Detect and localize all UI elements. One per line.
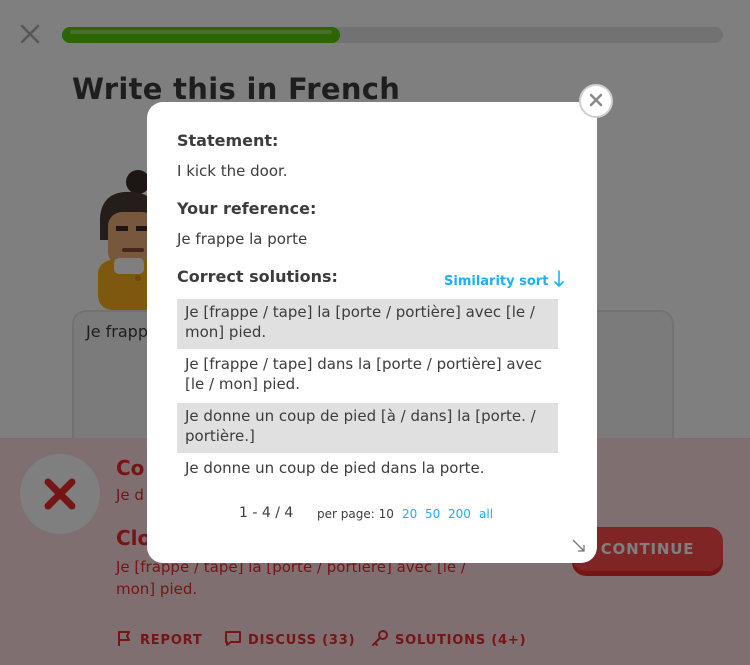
close-icon [589, 92, 603, 111]
per-page-50-link[interactable]: 50 [425, 507, 440, 521]
similarity-sort-link[interactable]: Similarity sort [444, 270, 565, 292]
solution-row: Je [frappe / tape] dans la [porte / port… [185, 355, 542, 393]
pagination-range: 1 - 4 / 4 [239, 505, 294, 521]
reference-text: Je frappe la porte [177, 230, 308, 248]
similarity-sort-label: Similarity sort [444, 273, 549, 289]
resize-handle-icon[interactable] [572, 538, 586, 552]
solution-row: Je donne un coup de pied [à / dans] la [… [177, 403, 558, 453]
per-page-all-link[interactable]: all [479, 507, 493, 521]
per-page-20-link[interactable]: 20 [402, 507, 417, 521]
per-page-200-link[interactable]: 200 [448, 507, 471, 521]
solution-row: Je donne un coup de pied dans la porte. [185, 459, 485, 477]
reference-label: Your reference: [177, 199, 317, 218]
statement-text: I kick the door. [177, 162, 288, 180]
statement-label: Statement: [177, 131, 279, 150]
solutions-label-heading: Correct solutions: [177, 267, 338, 286]
solution-row: Je [frappe / tape] la [porte / portière]… [177, 299, 558, 349]
per-page-label: per page: 10 [317, 507, 394, 521]
arrow-down-icon [554, 270, 565, 292]
close-modal-button[interactable] [579, 84, 613, 118]
